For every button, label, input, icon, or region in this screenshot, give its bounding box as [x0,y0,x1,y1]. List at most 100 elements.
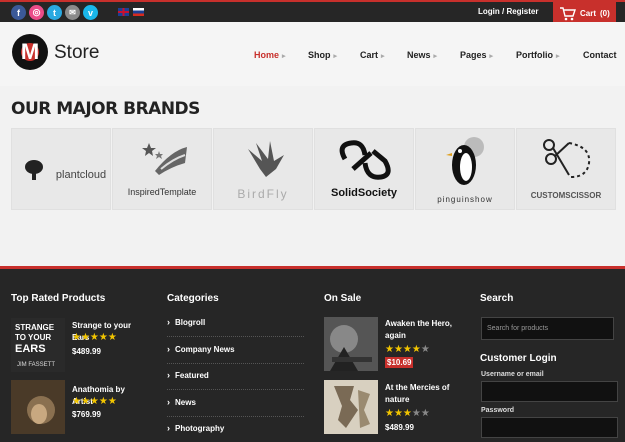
album-cover-image [324,317,378,371]
svg-text:EARS: EARS [15,343,46,355]
category-label: News [175,398,196,407]
logo-icon[interactable]: M [12,34,48,70]
brand-customscissor[interactable]: CUSTOMSCISSOR [516,128,616,210]
search-input[interactable]: Search for products [481,317,614,340]
nav-label: Portfolio [516,50,553,60]
chevron-right-icon: ▸ [556,53,560,60]
stars-wave-icon [142,143,187,175]
top-rated-heading: Top Rated Products [11,293,106,304]
nav-cart[interactable]: Cart ▸ [360,50,385,60]
product-thumbnail[interactable] [324,317,378,371]
nav-pages[interactable]: Pages ▸ [460,50,493,60]
flag-ru-icon[interactable] [133,8,144,16]
bird-icon [248,141,284,177]
svg-text:TO YOUR: TO YOUR [15,333,51,342]
dribbble-icon[interactable]: ◎ [29,5,44,20]
customer-login-heading: Customer Login [480,353,557,364]
nav-home[interactable]: Home ▸ [254,50,286,60]
login-register-link[interactable]: Login / Register [478,7,538,16]
password-label: Password [481,407,515,414]
product-name[interactable]: At the Mercies of nature [385,382,460,406]
brand-name: InspiredTemplate [127,187,197,197]
sale-price-badge: $10.69 [385,357,414,368]
product-thumbnail[interactable] [11,380,65,434]
product-price: $489.99 [72,347,101,356]
nav-news[interactable]: News ▸ [407,50,437,60]
logo-letter: M [20,39,40,64]
brand-name: SolidSociety [330,187,398,199]
category-link[interactable]: › News [167,397,304,417]
product-price: $769.99 [72,410,101,419]
rating-stars: ★★★★★ [385,408,430,419]
product-name[interactable]: Awaken the Hero, again [385,318,460,342]
nav-portfolio[interactable]: Portfolio ▸ [516,50,560,60]
chevron-right-icon: › [167,317,170,327]
nav-label: Shop [308,50,331,60]
top-bar: f ◎ t ✉ v Login / Register [0,0,625,22]
site-footer: Top Rated Products STRANGE TO YOUR EARS … [0,266,625,442]
categories-heading: Categories [167,293,219,304]
brand-inspiredtemplate[interactable]: InspiredTemplate [112,128,212,210]
svg-text:STRANGE: STRANGE [15,323,55,332]
logo-text[interactable]: Store [54,42,99,64]
flag-uk-icon[interactable] [118,8,129,16]
site-header: M Store Home ▸ Shop ▸ Cart ▸ News ▸ Pages ▸ P… [0,22,625,86]
brand-name: CUSTOMSCISSOR [530,191,602,200]
language-flags [118,8,144,16]
chevron-right-icon: › [167,423,170,433]
nav-label: News [407,50,431,60]
nav-label: Cart [360,50,379,60]
category-link[interactable]: › Blogroll [167,317,304,337]
nav-shop[interactable]: Shop ▸ [308,50,337,60]
chevron-right-icon: ▸ [282,53,286,60]
category-label: Blogroll [175,318,206,327]
brand-plantcloud[interactable]: plantcloud [11,128,111,210]
nav-label: Home [254,50,280,60]
product-price: $489.99 [385,423,414,432]
chevron-right-icon: › [167,370,170,380]
chevron-right-icon: ▸ [333,53,338,60]
album-cover-image [11,380,65,434]
album-cover-image [324,380,378,434]
category-link[interactable]: › Featured [167,370,304,390]
shopping-cart-icon [560,6,576,20]
username-label: Username or email [481,371,544,378]
facebook-icon[interactable]: f [11,5,26,20]
rating-stars: ★★★★★ [385,344,430,355]
vimeo-icon[interactable]: v [83,5,98,20]
category-label: Featured [175,371,209,380]
nav-contact[interactable]: Contact [583,50,617,60]
scissors-icon [543,139,591,178]
product-thumbnail[interactable]: STRANGE TO YOUR EARS JIM FASSETT [11,318,65,372]
star-empty-icon: ★★ [411,408,430,419]
username-field[interactable] [481,381,618,402]
on-sale-heading: On Sale [324,293,362,304]
chain-link-icon [339,140,391,180]
brand-name: pinguinshow [437,195,493,204]
star-empty-icon: ★ [420,344,430,355]
penguin-icon [446,137,484,185]
nav-label: Contact [583,50,617,60]
cart-count: (0) [600,9,610,18]
category-label: Photography [175,424,225,433]
brand-pinguinshow[interactable]: pinguinshow [415,128,515,210]
product-thumbnail[interactable] [324,380,378,434]
twitter-icon[interactable]: t [47,5,62,20]
svg-text:JIM FASSETT: JIM FASSETT [17,362,55,368]
category-link[interactable]: › Company News [167,344,304,364]
category-label: Company News [175,345,235,354]
password-field[interactable] [481,417,618,438]
rating-stars: ★★★★★ [72,396,117,407]
cart-label: Cart [580,9,597,18]
category-link[interactable]: › Photography [167,423,304,442]
brand-name: BirdFly [237,187,289,201]
search-heading: Search [480,293,514,304]
album-cover-image: STRANGE TO YOUR EARS JIM FASSETT [11,318,65,372]
email-icon[interactable]: ✉ [65,5,80,20]
brand-solidsociety[interactable]: SolidSociety [314,128,414,210]
brands-heading: OUR MAJOR BRANDS [11,99,200,119]
brand-birdfly[interactable]: BirdFly [213,128,313,210]
chevron-right-icon: › [167,397,170,407]
social-links: f ◎ t ✉ v [11,5,98,20]
nav-label: Pages [460,50,487,60]
